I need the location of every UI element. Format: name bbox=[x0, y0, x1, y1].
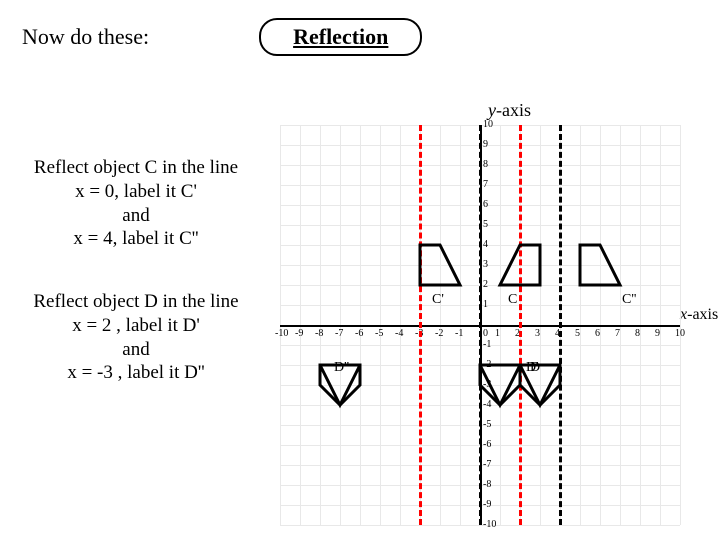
x-axis-label: x-axis bbox=[680, 306, 718, 324]
instruction-d: Reflect object D in the line x = 2 , lab… bbox=[6, 290, 266, 385]
shape-Cpp bbox=[580, 245, 620, 285]
shapes-layer: CC'C''DD'D'' bbox=[280, 125, 680, 525]
title-box: Reflection bbox=[259, 18, 422, 56]
instruction-c: Reflect object C in the line x = 0, labe… bbox=[6, 156, 266, 251]
coordinate-grid: -10-10-9-9-8-8-7-7-6-6-5-5-4-4-3-3-2-2-1… bbox=[280, 125, 680, 525]
shape-label: C'' bbox=[622, 292, 636, 307]
shape-label: D' bbox=[526, 360, 539, 375]
y-axis-label: y-axis bbox=[488, 100, 531, 121]
shape-label: D'' bbox=[334, 360, 349, 375]
shape-label: C' bbox=[432, 292, 444, 307]
header-prompt: Now do these: bbox=[22, 24, 149, 50]
shape-Cp bbox=[420, 245, 460, 285]
shape-label: C bbox=[508, 292, 517, 307]
shape-C bbox=[500, 245, 540, 285]
shape-Dp bbox=[480, 365, 520, 405]
